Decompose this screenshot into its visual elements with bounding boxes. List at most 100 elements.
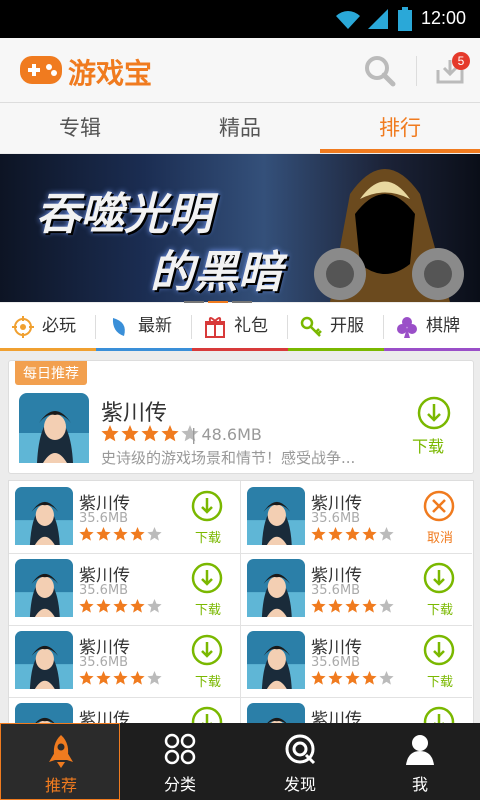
download-button-label[interactable]: 下载 (195, 671, 221, 690)
game-app-icon (247, 487, 305, 545)
gift-icon (205, 317, 225, 338)
download-icon[interactable] (414, 395, 454, 431)
game-size: 35.6MB (79, 583, 129, 598)
download-icon[interactable] (191, 490, 223, 522)
nav-label: 发现 (283, 775, 316, 794)
search-icon[interactable] (364, 55, 396, 87)
hooded-figure-art (314, 169, 464, 302)
category-label: 棋牌 (426, 316, 460, 336)
star-icon (121, 425, 139, 442)
star-rating (79, 527, 164, 546)
download-button-label[interactable]: 下载 (427, 599, 453, 618)
game-size: 35.6MB (311, 511, 361, 526)
star-icon (141, 425, 159, 442)
category-gift[interactable]: 礼包 (192, 303, 288, 351)
star-icon (147, 527, 162, 541)
game-name: 紫川传 (101, 401, 168, 426)
gamepad-icon (20, 56, 62, 84)
star-icon (345, 599, 360, 613)
clock: 12:00 (420, 8, 466, 28)
star-icon (130, 527, 145, 541)
category-server-open[interactable]: 开服 (288, 303, 384, 351)
nav-discover[interactable]: 发现 (240, 723, 360, 800)
star-rating (79, 599, 164, 618)
download-icon[interactable] (191, 562, 223, 594)
nav-label: 我 (411, 775, 428, 794)
nav-recommend[interactable]: 推荐 (0, 723, 120, 800)
star-icon (96, 527, 111, 541)
star-rating (311, 671, 396, 690)
star-rating (311, 527, 396, 546)
category-label: 最新 (138, 316, 172, 336)
top-tabs: 专辑 精品 排行 (0, 103, 480, 153)
game-app-icon (15, 487, 73, 545)
category-underline (192, 348, 288, 351)
signal-icon (368, 9, 388, 29)
star-icon (362, 527, 377, 541)
target-icon (12, 316, 34, 338)
download-button-label[interactable]: 下载 (195, 599, 221, 618)
category-underline (96, 348, 192, 351)
wifi-icon (336, 11, 360, 29)
grid-icon (164, 733, 196, 765)
tab-ranking[interactable]: 排行 (320, 103, 480, 153)
star-icon (113, 671, 128, 685)
bottom-navigation: 推荐 分类 发现 我 (0, 723, 480, 800)
star-icon (113, 599, 128, 613)
game-description: 史诗级的游戏场景和情节！感受战争... (101, 449, 356, 467)
game-size: | 48.6MB (191, 425, 262, 444)
download-icon[interactable] (191, 634, 223, 666)
nav-label: 推荐 (44, 776, 77, 795)
star-icon (379, 527, 394, 541)
banner-title-line1: 吞噬光明 (36, 189, 212, 240)
star-icon (311, 671, 326, 685)
app-bar: 游戏宝 5 (0, 38, 480, 103)
daily-tag: 每日推荐 (15, 361, 87, 385)
appbar-divider (416, 56, 417, 86)
star-icon (311, 599, 326, 613)
status-bar: 12:00 (0, 0, 480, 38)
star-icon (113, 527, 128, 541)
download-count-badge: 5 (452, 52, 470, 70)
download-button-label[interactable]: 下载 (427, 671, 453, 690)
nav-me[interactable]: 我 (360, 723, 480, 800)
download-icon[interactable] (423, 634, 455, 666)
game-list-item[interactable]: 紫川传 35.6MB 取消 (241, 481, 472, 554)
download-button-label[interactable]: 下载 (412, 433, 444, 457)
category-newest[interactable]: 最新 (96, 303, 192, 351)
download-button-label[interactable]: 下载 (195, 527, 221, 546)
game-grid: 紫川传 35.6MB 下载 紫川传 35.6MB 取消 紫川传 35.6MB 下载 紫川传 3… (8, 480, 474, 727)
tab-album[interactable]: 专辑 (0, 103, 160, 153)
game-list-item[interactable]: 紫川传 35.6MB 下载 (9, 553, 240, 626)
nav-label: 分类 (163, 775, 196, 794)
game-app-icon (247, 631, 305, 689)
game-list-item[interactable]: 紫川传 35.6MB 下载 (9, 625, 240, 698)
game-list-item[interactable]: 紫川传 35.6MB 下载 (9, 481, 240, 554)
download-icon[interactable] (423, 562, 455, 594)
star-icon (79, 599, 94, 613)
star-icon (101, 425, 119, 442)
category-bar: 必玩 最新 礼包 开服 棋牌 (0, 303, 480, 351)
game-app-icon (15, 559, 73, 617)
game-list-item[interactable]: 紫川传 35.6MB 下载 (241, 625, 472, 698)
cancel-button-label[interactable]: 取消 (427, 527, 453, 546)
club-icon (397, 317, 417, 338)
daily-recommendation-card[interactable]: 每日推荐 紫川传 | 48.6MB 史诗级的游戏场景和情节！感受战争... 下载 (8, 360, 474, 474)
category-must-play[interactable]: 必玩 (0, 303, 96, 351)
category-label: 开服 (330, 316, 364, 336)
star-rating (101, 425, 201, 447)
nav-category[interactable]: 分类 (120, 723, 240, 800)
game-size: 35.6MB (79, 655, 129, 670)
star-icon (328, 599, 343, 613)
star-icon (379, 599, 394, 613)
category-underline (384, 348, 480, 351)
category-card-games[interactable]: 棋牌 (384, 303, 480, 351)
promo-banner[interactable]: 吞噬光明 的黑暗 (0, 154, 480, 302)
user-icon (406, 735, 434, 765)
compass-icon (285, 734, 316, 765)
category-label: 必玩 (42, 316, 76, 336)
game-app-icon (15, 631, 73, 689)
tab-featured[interactable]: 精品 (160, 103, 320, 153)
cancel-icon[interactable] (423, 490, 455, 522)
game-list-item[interactable]: 紫川传 35.6MB 下载 (241, 553, 472, 626)
